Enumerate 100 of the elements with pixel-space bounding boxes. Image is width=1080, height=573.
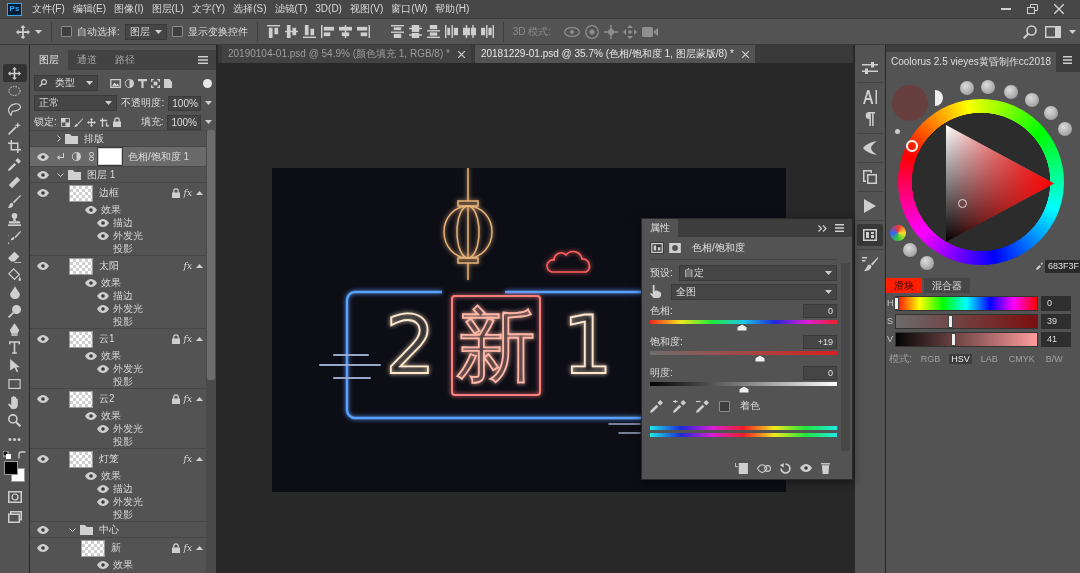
menu-item[interactable]: 图像(I) [112, 3, 146, 15]
caret-icon[interactable] [154, 29, 162, 34]
caret-icon[interactable] [205, 101, 212, 105]
eyedropper-icon[interactable] [650, 399, 663, 413]
effects-badge[interactable]: fx [183, 261, 192, 271]
move-icon[interactable] [16, 24, 30, 39]
saturation-slider[interactable] [895, 314, 1038, 329]
mask-thumbnail[interactable] [98, 148, 122, 165]
layer-row[interactable]: 灯笼 fx [30, 448, 206, 469]
history-swatch-icon[interactable] [981, 80, 995, 94]
menu-item[interactable]: 文件(F) [30, 3, 67, 15]
layer-row[interactable]: 图层 1 [30, 166, 206, 182]
chevron-down-icon[interactable] [57, 172, 64, 177]
eye-icon[interactable] [36, 262, 49, 270]
layer-row[interactable]: 云1 fx [30, 328, 206, 349]
history-swatch-icon[interactable] [1004, 85, 1018, 99]
distribute-right-icon[interactable] [480, 25, 494, 38]
eyedropper-plus-icon[interactable] [673, 399, 686, 413]
search-icon[interactable] [1023, 24, 1037, 39]
workspace-icon[interactable] [1045, 25, 1061, 38]
panel-tab[interactable]: Coolorus 2.5 vieyes黄昏制作cc2018 [886, 52, 1057, 72]
value-field[interactable]: 39 [1041, 314, 1071, 329]
distribute-top-icon[interactable] [390, 25, 404, 38]
menu-item[interactable]: 图层(L) [149, 3, 186, 15]
align-middle-icon[interactable] [284, 25, 298, 38]
eye-icon[interactable] [36, 525, 49, 534]
eye-icon[interactable] [800, 464, 812, 472]
screen-mode-icon[interactable] [7, 511, 22, 524]
layer-target-dropdown[interactable]: 图层 [124, 23, 167, 40]
lock-icon[interactable] [171, 394, 180, 404]
close-icon[interactable] [742, 50, 749, 58]
auto-select-checkbox[interactable] [61, 26, 72, 37]
document-tab[interactable]: 20181229-01.psd @ 35.7% (色相/饱和度 1, 图层蒙版/8) * [474, 45, 755, 63]
colorize-checkbox[interactable] [719, 400, 730, 412]
slider-thumb[interactable] [948, 315, 953, 328]
chevron-down-icon[interactable] [69, 527, 76, 532]
value-field[interactable]: 0 [803, 304, 837, 318]
menu-icon[interactable] [198, 56, 208, 64]
layer-row[interactable]: 边框 fx [30, 182, 206, 203]
adjustment-icon[interactable] [650, 242, 664, 254]
chevron-right-icon[interactable] [57, 135, 61, 142]
pointing-hand-icon[interactable] [650, 285, 661, 298]
eye-icon[interactable] [36, 544, 49, 552]
eye-icon[interactable] [36, 455, 49, 463]
layer-row[interactable]: 太阳 fx [30, 255, 206, 276]
caret-icon[interactable] [105, 101, 113, 105]
menu-item[interactable]: 3D(D) [313, 3, 344, 15]
scrollbar-thumb[interactable] [207, 130, 215, 380]
caret-up-icon[interactable] [196, 337, 203, 341]
eye-icon[interactable] [36, 170, 49, 179]
mode-tab[interactable]: HSV [949, 353, 972, 365]
caret-icon[interactable] [1069, 29, 1076, 34]
eye-icon[interactable] [97, 218, 109, 227]
menu-item[interactable]: 视图(V) [347, 3, 386, 15]
value-field[interactable]: 0 [803, 366, 837, 380]
half-circle-icon[interactable] [125, 78, 134, 88]
layer-row[interactable]: 中心 [30, 521, 206, 537]
double-chevron-icon[interactable] [818, 224, 827, 232]
lock-icon[interactable] [171, 334, 180, 344]
mask-icon[interactable] [668, 242, 682, 254]
color-triangle[interactable] [946, 125, 1054, 242]
align-center-icon[interactable] [338, 25, 352, 38]
history-swatch-icon[interactable] [903, 243, 917, 257]
menu-item[interactable]: 选择(S) [231, 3, 269, 15]
brush-lock-icon[interactable] [73, 117, 83, 127]
eye-icon[interactable] [85, 351, 97, 360]
menu-item[interactable]: 文字(Y) [189, 3, 228, 15]
shape-filter-icon[interactable] [151, 78, 160, 88]
eye-icon[interactable] [97, 497, 109, 506]
slider-thumb[interactable] [755, 355, 766, 362]
effects-badge[interactable]: fx [183, 188, 192, 198]
eye-icon[interactable] [85, 411, 97, 420]
history-swatch-icon[interactable] [1058, 122, 1072, 136]
caret-up-icon[interactable] [196, 264, 203, 268]
current-color-swatch[interactable] [892, 85, 928, 121]
type-filter-icon[interactable] [138, 78, 147, 88]
clip-icon[interactable] [735, 462, 748, 474]
lock-icon[interactable] [171, 188, 180, 198]
chain-icon[interactable] [89, 152, 94, 161]
menu-item[interactable]: 编辑(E) [70, 3, 109, 15]
opacity-field[interactable]: 100% [168, 95, 201, 111]
clip-arrow-icon[interactable] [57, 153, 64, 160]
history-swatch-icon[interactable] [1025, 93, 1039, 107]
close-icon[interactable] [1054, 4, 1064, 14]
artboard-lock-icon[interactable] [99, 117, 109, 127]
toggle-dot-icon[interactable] [203, 78, 212, 88]
align-left-icon[interactable] [320, 25, 334, 38]
hex-value[interactable]: 683F3F [1045, 260, 1080, 273]
slider-thumb[interactable] [738, 386, 749, 393]
eye-icon[interactable] [97, 231, 109, 240]
caret-icon[interactable] [825, 270, 832, 275]
image-filter-icon[interactable] [110, 78, 121, 88]
default-colors-icon[interactable] [3, 451, 11, 460]
dock-button[interactable] [857, 224, 883, 246]
trash-icon[interactable] [821, 462, 830, 474]
fill-field[interactable]: 100% [167, 114, 201, 130]
slider-thumb[interactable] [950, 333, 956, 346]
lock-icon[interactable] [171, 543, 180, 553]
history-swatch-icon[interactable] [960, 81, 974, 95]
eyedropper-icon[interactable] [1036, 262, 1043, 271]
